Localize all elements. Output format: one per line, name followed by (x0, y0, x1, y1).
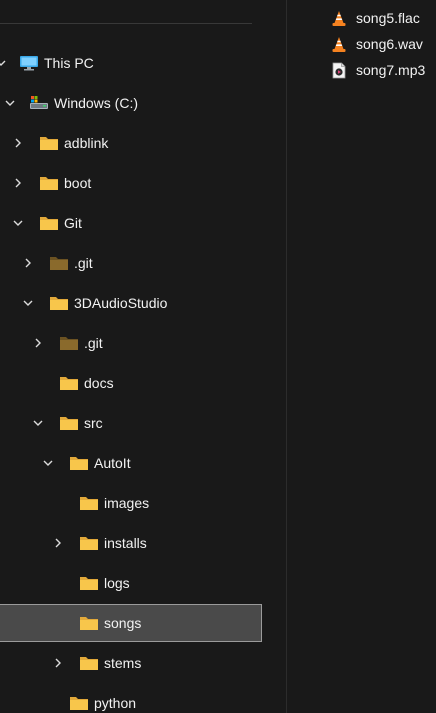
folder-icon (79, 535, 99, 551)
folder-icon (79, 615, 99, 631)
chevron-right-icon[interactable] (32, 337, 44, 349)
tree-item-logs[interactable]: logs (0, 565, 262, 601)
tree-item-label: Git (64, 215, 82, 231)
tree-item-label: docs (84, 375, 114, 391)
tree-item-images[interactable]: images (0, 485, 262, 521)
folder-icon (79, 495, 99, 511)
file-name: song6.wav (356, 36, 423, 52)
chevron-right-icon[interactable] (22, 257, 34, 269)
folder-icon (79, 655, 99, 671)
tree-item-label: Windows (C:) (54, 95, 139, 111)
chevron-right-icon[interactable] (52, 657, 64, 669)
folder-icon (39, 215, 59, 231)
tree-item-label: boot (64, 175, 92, 191)
tree-item-stems[interactable]: stems (0, 645, 262, 681)
tree-item-label: This PC (44, 55, 94, 71)
tree-item-src[interactable]: src (0, 405, 262, 441)
folder-icon (39, 135, 59, 151)
folder-icon (69, 455, 89, 471)
folder-icon (49, 295, 69, 311)
file-item-song7[interactable]: song7.mp3 (287, 58, 436, 82)
tree-item-label: python (94, 695, 137, 711)
chevron-down-icon[interactable] (22, 297, 34, 309)
file-item-song6[interactable]: song6.wav (287, 32, 436, 56)
tree-item-label: .git (74, 255, 93, 271)
chevron-down-icon[interactable] (42, 457, 54, 469)
tree-item-songs[interactable]: songs (0, 604, 262, 642)
tree-item-label: AutoIt (94, 455, 131, 471)
folder-icon (69, 695, 89, 711)
folder-icon (79, 575, 99, 591)
hidden-folder-icon (49, 255, 69, 271)
nav-divider (0, 23, 252, 24)
chevron-down-icon[interactable] (32, 417, 44, 429)
file-item-song5[interactable]: song5.flac (287, 6, 436, 30)
tree-item-python[interactable]: python (0, 685, 262, 713)
chevron-right-icon[interactable] (12, 177, 24, 189)
monitor-icon (19, 55, 39, 71)
tree-item-label: adblink (64, 135, 109, 151)
chevron-right-icon[interactable] (12, 137, 24, 149)
tree-item-dot-git[interactable]: .git (0, 245, 262, 281)
tree-item-autoit[interactable]: AutoIt (0, 445, 262, 481)
file-list-pane[interactable]: song5.flac song6.wav song7.mp3 (287, 0, 436, 713)
folder-icon (59, 415, 79, 431)
tree-item-label: installs (104, 535, 147, 551)
hidden-folder-icon (59, 335, 79, 351)
chevron-right-icon[interactable] (52, 537, 64, 549)
drive-icon (29, 95, 49, 111)
chevron-down-icon[interactable] (12, 217, 24, 229)
file-name: song7.mp3 (356, 62, 426, 78)
tree-item-boot[interactable]: boot (0, 165, 262, 201)
chevron-down-icon[interactable] (4, 97, 16, 109)
vlc-cone-icon (331, 10, 347, 27)
tree-item-this-pc[interactable]: This PC (0, 45, 262, 81)
tree-item-label: 3DAudioStudio (74, 295, 168, 311)
media-file-icon (331, 62, 347, 79)
tree-item-dot-git-2[interactable]: .git (0, 325, 262, 361)
tree-item-label: images (104, 495, 150, 511)
file-explorer-window: This PC Windows (C:) adblink boot Git .g… (0, 0, 436, 713)
tree-item-label: .git (84, 335, 103, 351)
folder-icon (39, 175, 59, 191)
chevron-down-icon[interactable] (0, 57, 7, 69)
tree-item-installs[interactable]: installs (0, 525, 262, 561)
tree-item-git[interactable]: Git (0, 205, 262, 241)
tree-item-label: stems (104, 655, 142, 671)
file-name: song5.flac (356, 10, 420, 26)
tree-item-label: songs (104, 615, 142, 631)
tree-item-adblink[interactable]: adblink (0, 125, 262, 161)
vlc-cone-icon (331, 36, 347, 53)
tree-item-windows-c[interactable]: Windows (C:) (0, 85, 262, 121)
tree-item-label: src (84, 415, 103, 431)
navigation-pane[interactable]: This PC Windows (C:) adblink boot Git .g… (0, 0, 266, 713)
tree-item-label: logs (104, 575, 130, 591)
tree-item-docs[interactable]: docs (0, 365, 262, 401)
tree-item-3daudiostudio[interactable]: 3DAudioStudio (0, 285, 262, 321)
folder-icon (59, 375, 79, 391)
